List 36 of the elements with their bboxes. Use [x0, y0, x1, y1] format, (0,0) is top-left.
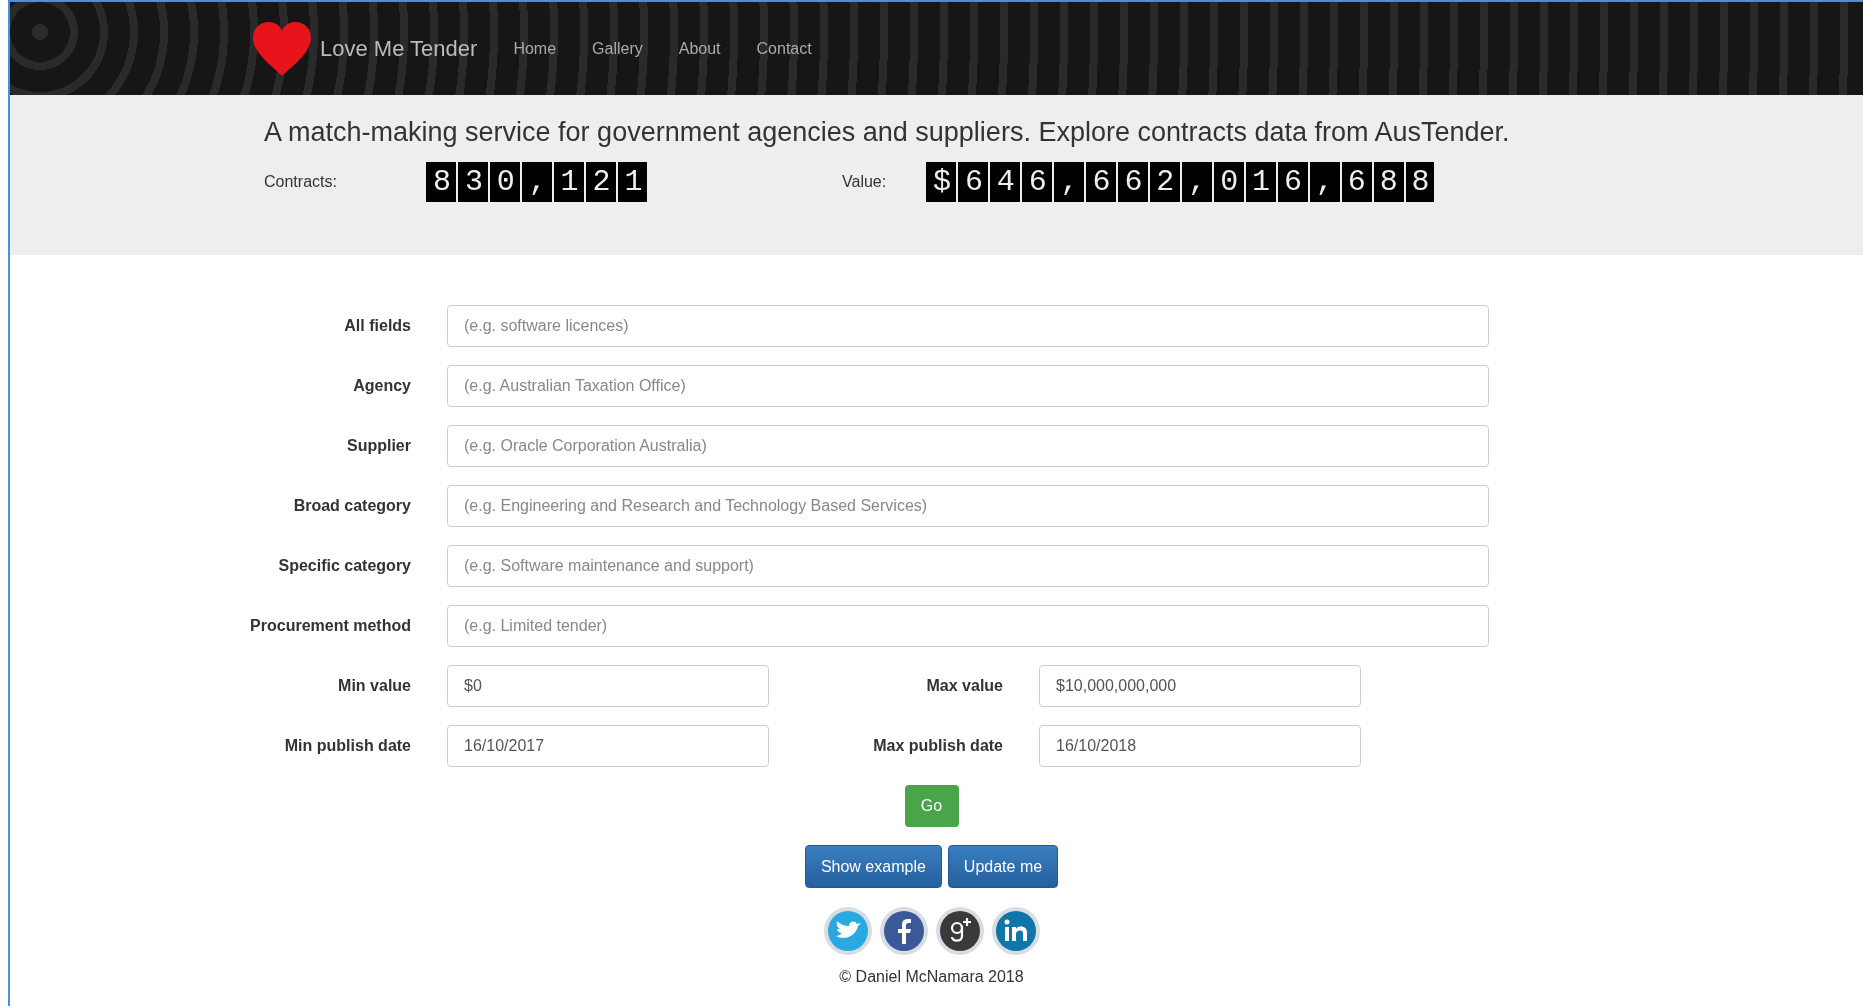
input-field[interactable]: (e.g. Oracle Corporation Australia): [447, 425, 1489, 467]
field-label: Procurement method: [249, 617, 412, 635]
field-label: Min value: [337, 677, 412, 695]
counter-label: Value:: [842, 173, 888, 191]
input-field[interactable]: 16/10/2017: [447, 725, 769, 767]
field-label: Min publish date: [283, 737, 412, 755]
field-label: Max publish date: [872, 737, 1004, 755]
input-field[interactable]: (e.g. Australian Taxation Office): [447, 365, 1489, 407]
nav-link[interactable]: Gallery: [592, 39, 643, 58]
action-button[interactable]: Update me: [947, 845, 1059, 888]
copyright-text: © Daniel McNamara 2018: [839, 968, 1024, 986]
field-label: Broad category: [292, 497, 412, 515]
counter-label: Contracts:: [264, 173, 338, 191]
input-field[interactable]: $10,000,000,000: [1039, 665, 1361, 707]
field-label: Max value: [925, 677, 1004, 695]
nav-link[interactable]: Contact: [756, 39, 812, 58]
headline: A match-making service for government agencies and suppliers. Explore contracts data from AusTender.: [264, 117, 1511, 148]
google-plus-icon[interactable]: [934, 906, 985, 956]
input-field[interactable]: (e.g. software licences): [447, 305, 1489, 347]
bird-icon[interactable]: [822, 906, 873, 956]
field-label: Agency: [352, 377, 412, 395]
nav-link[interactable]: About: [678, 39, 721, 58]
nav-link[interactable]: Home: [513, 39, 557, 58]
input-field[interactable]: (e.g. Engineering and Research and Technology Based Services): [447, 485, 1489, 527]
input-field[interactable]: (e.g. Software maintenance and support): [447, 545, 1489, 587]
brand-link[interactable]: Love Me Tender: [320, 35, 478, 62]
heart-icon: [250, 19, 314, 78]
field-label: All fields: [343, 317, 412, 335]
input-field[interactable]: (e.g. Limited tender): [447, 605, 1489, 647]
input-field[interactable]: $0: [447, 665, 769, 707]
input-field[interactable]: 16/10/2018: [1039, 725, 1361, 767]
linkedin-icon[interactable]: [990, 906, 1041, 956]
facebook-icon[interactable]: [878, 906, 929, 956]
field-label: Specific category: [277, 557, 412, 575]
field-label: Supplier: [346, 437, 412, 455]
action-button[interactable]: Show example: [804, 845, 942, 888]
